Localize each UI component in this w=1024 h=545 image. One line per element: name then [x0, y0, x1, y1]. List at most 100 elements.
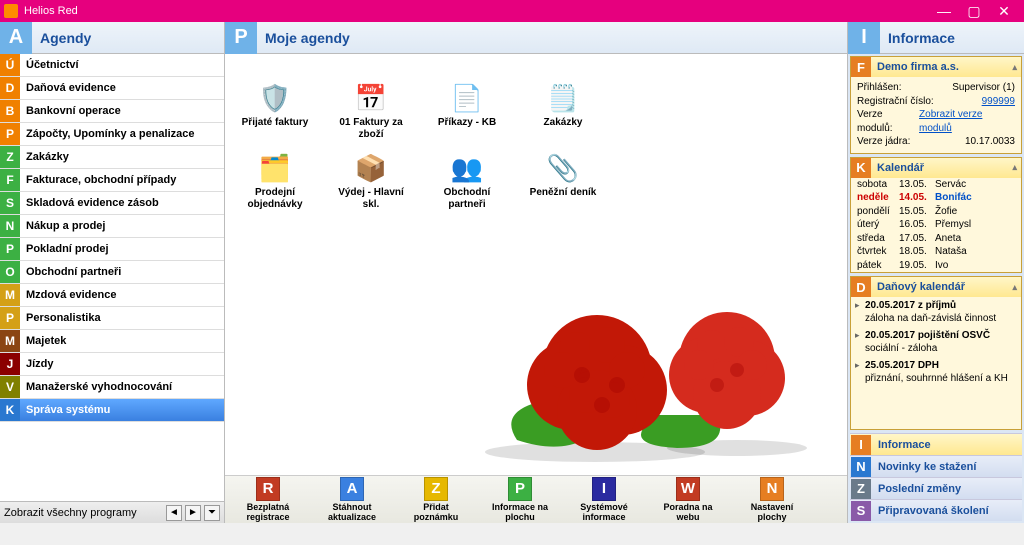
agenda-letter: P — [0, 307, 20, 329]
right-nav-button[interactable]: NNovinky ke stažení — [850, 455, 1022, 477]
agenda-menu[interactable]: ÚÚčetnictvíDDaňová evidenceBBankovní ope… — [0, 54, 224, 501]
firm-info-value[interactable]: Zobrazit verze modulů — [919, 108, 1015, 135]
app-icon-prodejni-objednavky[interactable]: 🗂️Prodejní objednávky — [239, 152, 311, 210]
agenda-item[interactable]: FFakturace, obchodní případy — [0, 169, 224, 192]
right-nav-button[interactable]: SPřipravovaná školení — [850, 499, 1022, 521]
app-title: Helios Red — [24, 5, 78, 17]
agenda-item[interactable]: SSkladová evidence zásob — [0, 192, 224, 215]
tax-head: 25.05.2017 DPH — [865, 359, 1017, 372]
agenda-label: Mzdová evidence — [20, 289, 116, 301]
agenda-letter: M — [0, 284, 20, 306]
prodejni-objednavky-icon: 🗂️ — [259, 152, 291, 184]
agenda-item[interactable]: BBankovní operace — [0, 100, 224, 123]
status-arrow-left-icon[interactable]: ◄ — [166, 505, 182, 521]
agenda-letter: N — [0, 215, 20, 237]
app-icon — [4, 4, 18, 18]
right-nav-button[interactable]: IInformace — [850, 433, 1022, 455]
firm-info-key: Verze modulů: — [857, 108, 919, 135]
right-panel-letter: I — [848, 22, 880, 54]
tax-box-letter: D — [851, 277, 871, 297]
nav-letter: I — [851, 435, 871, 455]
app-icon-label: Peněžní deník — [530, 187, 597, 199]
app-icon-prikazy-kb[interactable]: 📄Příkazy - KB — [431, 82, 503, 140]
agenda-letter: M — [0, 330, 20, 352]
app-icon-label: Přijaté faktury — [242, 117, 309, 129]
agenda-item[interactable]: MMajetek — [0, 330, 224, 353]
agenda-item[interactable]: ZZakázky — [0, 146, 224, 169]
tax-item: 20.05.2017 z příjmůzáloha na daň-závislá… — [855, 299, 1017, 325]
agenda-item[interactable]: ÚÚčetnictví — [0, 54, 224, 77]
agenda-item[interactable]: PPokladní prodej — [0, 238, 224, 261]
toolbar-letter: P — [508, 477, 532, 501]
agenda-letter: Z — [0, 146, 20, 168]
cal-date: 18.05. — [899, 245, 935, 259]
nav-letter: N — [851, 457, 871, 477]
app-icon-label: 01 Faktury za zboží — [335, 117, 407, 140]
agenda-letter: Ú — [0, 54, 20, 76]
calendar-row: pondělí15.05.Žofie — [851, 205, 1021, 219]
nav-letter: S — [851, 501, 871, 521]
close-button[interactable]: ✕ — [996, 3, 1012, 20]
app-icon-prijate-faktury[interactable]: 🛡️Přijaté faktury — [239, 82, 311, 140]
collapse-icon[interactable]: ▴ — [1012, 162, 1017, 173]
toolbar-item[interactable]: ISystémové informace — [571, 477, 637, 523]
penezni-denik-icon: 📎 — [547, 152, 579, 184]
agenda-item[interactable]: PPersonalistika — [0, 307, 224, 330]
calendar-box-letter: K — [851, 158, 871, 178]
status-arrow-right-icon[interactable]: ► — [185, 505, 201, 521]
toolbar-item[interactable]: RBezplatná registrace — [235, 477, 301, 523]
nav-label: Informace — [872, 439, 931, 451]
firm-info-value[interactable]: 999999 — [982, 95, 1015, 109]
cal-name: Aneta — [935, 232, 1015, 246]
agenda-label: Manažerské vyhodnocování — [20, 381, 172, 393]
agenda-item[interactable]: MMzdová evidence — [0, 284, 224, 307]
toolbar-item[interactable]: PInformace na plochu — [487, 477, 553, 523]
agenda-label: Pokladní prodej — [20, 243, 109, 255]
collapse-icon[interactable]: ▴ — [1012, 282, 1017, 293]
agenda-label: Obchodní partneři — [20, 266, 121, 278]
tax-head: 20.05.2017 z příjmů — [865, 299, 1017, 312]
firm-info-key: Přihlášen: — [857, 81, 901, 95]
agenda-item[interactable]: OObchodní partneři — [0, 261, 224, 284]
agenda-item[interactable]: JJízdy — [0, 353, 224, 376]
app-icon-vydej-hlavni-skl[interactable]: 📦Výdej - Hlavní skl. — [335, 152, 407, 210]
agenda-letter: B — [0, 100, 20, 122]
agenda-item[interactable]: VManažerské vyhodnocování — [0, 376, 224, 399]
firm-info-value: Supervisor (1) — [952, 81, 1015, 95]
calendar-row: středa17.05.Aneta — [851, 232, 1021, 246]
toolbar-item[interactable]: NNastavení plochy — [739, 477, 805, 523]
nav-label: Připravovaná školení — [872, 505, 989, 517]
tax-items: 20.05.2017 z příjmůzáloha na daň-závislá… — [851, 297, 1021, 395]
toolbar-item[interactable]: AStáhnout aktualizace — [319, 477, 385, 523]
toolbar-label: Nastavení plochy — [739, 503, 805, 523]
collapse-icon[interactable]: ▴ — [1012, 62, 1017, 73]
agenda-item[interactable]: PZápočty, Upomínky a penalizace — [0, 123, 224, 146]
calendar-box-title: Kalendář — [877, 162, 924, 174]
toolbar-item[interactable]: WPoradna na webu — [655, 477, 721, 523]
faktury-za-zbozi-icon: 📅 — [355, 82, 387, 114]
app-icon-faktury-za-zbozi[interactable]: 📅 01 Faktury za zboží — [335, 82, 407, 140]
window-buttons: — ▢ ✕ — [936, 3, 1020, 20]
toolbar-item[interactable]: ZPřidat poznámku — [403, 477, 469, 523]
app-icon-zakazky[interactable]: 🗒️Zakázky — [527, 82, 599, 140]
agenda-item[interactable]: DDaňová evidence — [0, 77, 224, 100]
app-icon-label: Výdej - Hlavní skl. — [335, 187, 407, 210]
firm-info-key: Verze jádra: — [857, 135, 910, 149]
tax-head: 20.05.2017 pojištění OSVČ — [865, 329, 1017, 342]
firm-box-letter: F — [851, 57, 871, 77]
zakazky-icon: 🗒️ — [547, 82, 579, 114]
app-icon-obchodni-partneri[interactable]: 👥Obchodní partneři — [431, 152, 503, 210]
agenda-item[interactable]: NNákup a prodej — [0, 215, 224, 238]
right-nav-button[interactable]: ZPoslední změny — [850, 477, 1022, 499]
status-text[interactable]: Zobrazit všechny programy — [4, 507, 137, 519]
maximize-button[interactable]: ▢ — [966, 3, 982, 20]
minimize-button[interactable]: — — [936, 3, 952, 20]
agenda-label: Nákup a prodej — [20, 220, 105, 232]
agenda-item[interactable]: KSpráva systému — [0, 399, 224, 422]
calendar-row: pátek19.05.Ivo — [851, 259, 1021, 273]
app-icon-penezni-denik[interactable]: 📎 Peněžní deník — [527, 152, 599, 210]
cal-date: 16.05. — [899, 218, 935, 232]
agenda-label: Daňová evidence — [20, 82, 116, 94]
cal-day: pondělí — [857, 205, 899, 219]
status-arrow-down-icon[interactable]: ⏷ — [204, 505, 220, 521]
